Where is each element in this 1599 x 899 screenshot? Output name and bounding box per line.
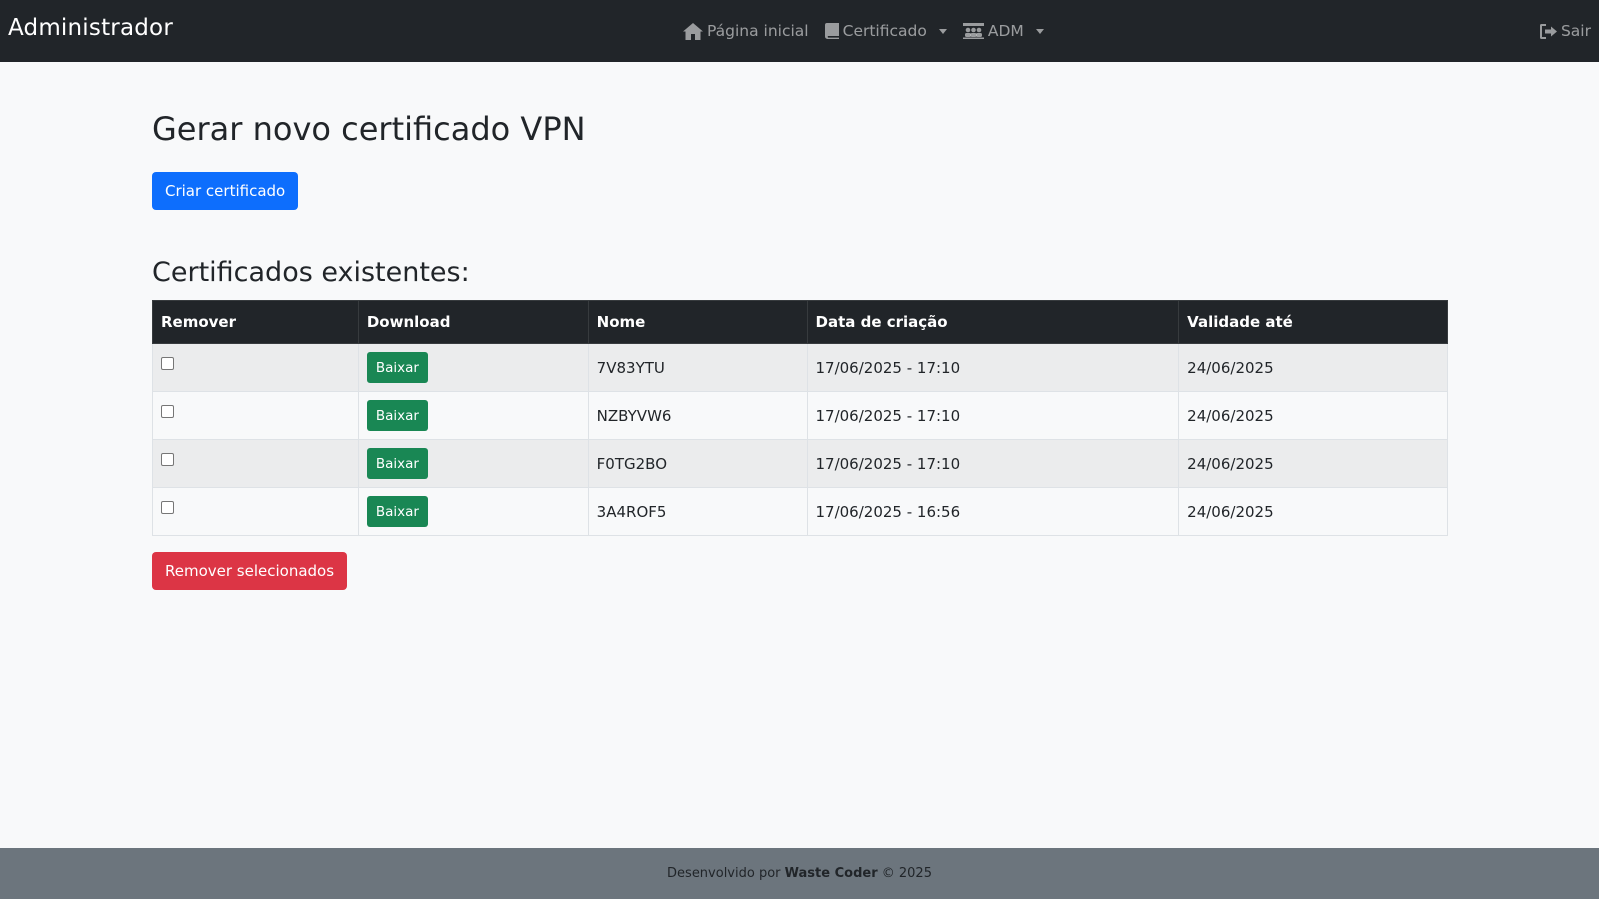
footer-copyright: © 2025 [881,866,932,881]
logout-label: Sair [1560,22,1591,40]
cert-valid-until: 24/06/2025 [1178,439,1448,488]
cert-created: 17/06/2025 - 17:10 [806,391,1180,440]
chevron-down-icon [938,28,947,34]
top-navbar: Administrador Página inicial Certificado [0,0,1599,62]
download-cell: Baixar [357,391,589,440]
logout-link[interactable]: Sair [1539,0,1591,62]
header-remover: Remover [152,300,359,344]
remove-cell [152,439,359,488]
row-select-checkbox[interactable] [161,356,174,370]
table-row: Baixar 7V83YTU 17/06/2025 - 17:10 24/06/… [152,343,1448,392]
cert-name: 7V83YTU [587,343,808,392]
footer-author: Waste Coder [784,866,878,881]
table-row: Baixar F0TG2BO 17/06/2025 - 17:10 24/06/… [152,439,1448,488]
certificates-list-title: Certificados existentes: [152,257,470,288]
cert-created: 17/06/2025 - 17:10 [806,343,1180,392]
row-select-checkbox[interactable] [161,500,174,514]
nav-adm-dropdown[interactable]: ADM [962,22,1044,40]
header-data-criacao: Data de criação [806,300,1180,344]
nav-certificado-label: Certificado [842,22,927,40]
table-row: Baixar 3A4ROF5 17/06/2025 - 16:56 24/06/… [152,487,1448,536]
create-certificate-button[interactable]: Criar certificado [152,172,299,210]
download-button[interactable]: Baixar [366,400,428,431]
download-cell: Baixar [357,343,589,392]
cert-name: F0TG2BO [587,439,808,488]
table-header-row: Remover Download Nome Data de criação Va… [152,300,1448,344]
download-button[interactable]: Baixar [366,496,428,527]
page-footer: Desenvolvido por Waste Coder © 2025 [0,848,1599,899]
book-icon [824,23,839,39]
download-button[interactable]: Baixar [366,352,428,383]
page-title: Gerar novo certificado VPN [152,110,586,148]
cert-created: 17/06/2025 - 17:10 [806,439,1180,488]
remove-cell [152,487,359,536]
navbar-brand[interactable]: Administrador [8,15,173,41]
header-download: Download [357,300,589,344]
cert-valid-until: 24/06/2025 [1178,343,1448,392]
header-nome: Nome [587,300,808,344]
users-icon [962,23,984,39]
download-cell: Baixar [357,487,589,536]
nav-home-link[interactable]: Página inicial [683,22,809,40]
cert-valid-until: 24/06/2025 [1178,391,1448,440]
remove-selected-button[interactable]: Remover selecionados [152,552,348,590]
cert-created: 17/06/2025 - 16:56 [806,487,1180,536]
cert-name: 3A4ROF5 [587,487,808,536]
table-row: Baixar NZBYVW6 17/06/2025 - 17:10 24/06/… [152,391,1448,440]
nav-adm-label: ADM [987,22,1024,40]
remove-cell [152,391,359,440]
certificates-table: Remover Download Nome Data de criação Va… [152,300,1448,536]
home-icon [683,22,703,40]
download-cell: Baixar [357,439,589,488]
remove-cell [152,343,359,392]
header-validade: Validade até [1178,300,1448,344]
navbar-menu: Página inicial Certificado ADM [683,0,1044,62]
download-button[interactable]: Baixar [366,448,428,479]
nav-home-label: Página inicial [707,22,809,40]
cert-valid-until: 24/06/2025 [1178,487,1448,536]
footer-prefix: Desenvolvido por [667,866,781,881]
cert-name: NZBYVW6 [587,391,808,440]
row-select-checkbox[interactable] [161,452,174,466]
sign-out-icon [1539,23,1557,39]
nav-certificado-dropdown[interactable]: Certificado [824,22,947,40]
chevron-down-icon [1035,28,1044,34]
row-select-checkbox[interactable] [161,404,174,418]
